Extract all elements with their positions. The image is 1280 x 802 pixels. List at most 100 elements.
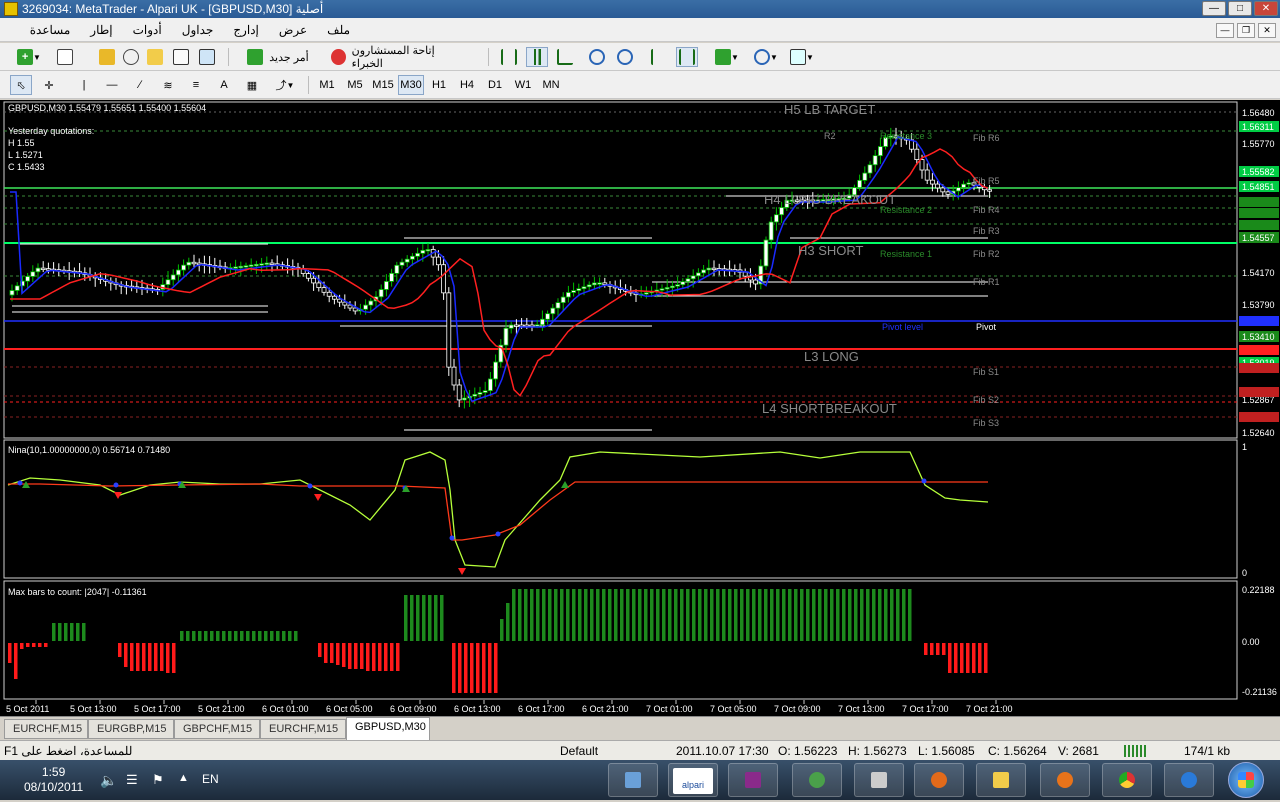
histogram [8,589,988,693]
indicators-button[interactable]: ▼ [710,47,744,67]
histogram-bar-positive [806,589,810,641]
crosshair-button[interactable]: ✛ [38,75,60,95]
histogram-bar-positive [64,623,68,641]
timeframe-d1-button[interactable]: D1 [482,75,508,95]
periods-button[interactable]: ▼ [750,47,782,67]
expert-advisors-button[interactable]: إتاحة المستشارون الخبراء [330,45,460,70]
chart-close-button[interactable]: ✕ [1258,23,1276,38]
candle-body [331,295,337,300]
timeframe-mn-button[interactable]: MN [538,75,564,95]
auto-scroll-button[interactable] [648,47,670,67]
chart-window[interactable]: GBPUSD,M30 1.55479 1.55651 1.55400 1.556… [0,100,1280,716]
action-center-icon[interactable]: ⚑ [152,772,164,788]
show-hidden-icons-icon[interactable]: ▲ [178,772,189,784]
arrows-button[interactable]: ⤴ ▼ [268,75,302,95]
taskbar-app-folder[interactable] [976,763,1026,797]
navigator-button[interactable] [144,47,166,67]
bar-chart-button[interactable] [498,47,520,67]
candlestick-button[interactable] [526,47,548,67]
taskbar-app-alpari[interactable]: alpari [668,763,718,797]
candle-body [945,191,951,195]
chart-tab-2[interactable]: GBPCHF,M15 [174,719,260,739]
candle-body [763,239,769,267]
taskbar-app-firefox[interactable] [1040,763,1090,797]
taskbar-app-chrome[interactable] [1102,763,1152,797]
templates-button[interactable]: ▼ [786,47,818,67]
timeframe-m30-button[interactable]: M30 [398,75,424,95]
new-chart-button[interactable]: + ▼ [10,47,48,67]
language-indicator[interactable]: EN [202,772,219,786]
menu-item-6[interactable]: مساعدة [20,18,81,42]
maximize-button[interactable]: □ [1228,1,1252,16]
chart-tab-0[interactable]: EURCHF,M15 [4,719,88,739]
candle-body [175,269,181,276]
level-tag [1239,220,1279,230]
chart-tab-1[interactable]: EURGBP,M15 [88,719,174,739]
candle-body [404,258,410,263]
trendline-button[interactable]: ∕ [130,75,150,95]
histogram-bar-positive [524,589,528,641]
taskbar-app-winrar[interactable] [728,763,778,797]
candle-body [857,179,862,189]
channel-button[interactable]: ≋ [158,75,178,95]
menu-item-1[interactable]: عرض [269,18,317,42]
fibonacci-button[interactable]: ≡ [186,75,206,95]
timeframe-m15-button[interactable]: M15 [370,75,396,95]
chart-canvas[interactable]: GBPUSD,M30 1.55479 1.55651 1.55400 1.556… [0,100,1280,716]
taskbar-app-ie[interactable] [1164,763,1214,797]
menu-item-3[interactable]: جداول [172,18,224,42]
cursor-button[interactable]: ⬁ [10,75,32,95]
chart-shift-button[interactable] [676,47,698,67]
timeframe-h1-button[interactable]: H1 [426,75,452,95]
taskbar-app-calculator[interactable] [854,763,904,797]
volume-icon[interactable]: 🔈 [100,772,117,789]
terminal-button[interactable] [170,47,192,67]
close-button[interactable]: ✕ [1254,1,1278,16]
chart-tab-3[interactable]: EURCHF,M15 [260,719,346,739]
start-button[interactable] [1228,762,1264,798]
candle-body [555,302,561,309]
timeframe-m1-button[interactable]: M1 [314,75,340,95]
tray-clock[interactable]: 1:59 08/10/2011 [24,765,83,795]
histogram-bar-positive [764,589,768,641]
histogram-bar-positive [674,589,678,641]
histogram-bar-positive [530,589,534,641]
candle-body [435,256,441,266]
timeframe-h4-button[interactable]: H4 [454,75,480,95]
vertical-line-button[interactable]: | [74,75,94,95]
menu-item-4[interactable]: أدوات [123,18,172,42]
chart-minimize-button[interactable]: — [1216,23,1234,38]
data-window-button[interactable] [120,47,142,67]
histogram-bar-positive [776,589,780,641]
label-button[interactable]: ▦ [242,75,262,95]
menu-item-0[interactable]: ملف [317,18,360,42]
text-button[interactable]: A [214,75,234,95]
candle-body [170,274,176,281]
menu-item-2[interactable]: إدارج [223,18,269,42]
histogram-bar-positive [770,589,774,641]
market-watch-button[interactable] [96,47,118,67]
taskbar-app-messenger[interactable] [792,763,842,797]
histogram-bar-negative [142,643,146,671]
new-order-button[interactable]: أمر جديد [236,47,320,67]
horizontal-line-button[interactable]: — [102,75,122,95]
profiles-button[interactable] [50,47,80,67]
candle-body [409,255,415,260]
line-chart-button[interactable] [554,47,576,67]
histogram-bar-negative [924,643,928,655]
histogram-bar-positive [554,589,558,641]
strategy-tester-button[interactable] [196,47,218,67]
taskbar-app-media-player[interactable] [914,763,964,797]
chart-tab-4[interactable]: GBPUSD,M30 [346,717,430,740]
zoom-out-button[interactable] [614,47,636,67]
timeframe-m5-button[interactable]: M5 [342,75,368,95]
menu-item-5[interactable]: إطار [80,18,122,42]
candle-body [389,272,395,282]
zoom-in-button[interactable] [586,47,608,67]
chart-restore-button[interactable]: ❐ [1237,23,1255,38]
network-icon[interactable]: ☰ [126,772,138,788]
histogram-bar-positive [848,589,852,641]
timeframe-w1-button[interactable]: W1 [510,75,536,95]
minimize-button[interactable]: — [1202,1,1226,16]
taskbar-app-explorer[interactable] [608,763,658,797]
